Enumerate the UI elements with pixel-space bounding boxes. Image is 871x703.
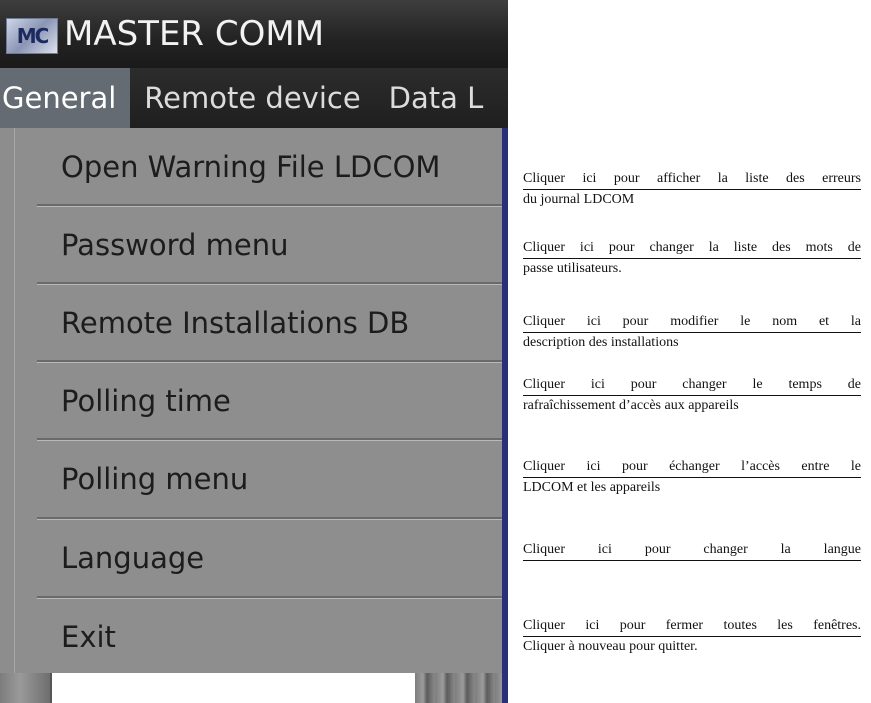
app-logo-icon: MC <box>6 18 58 54</box>
menu-bar: General Remote device Data L <box>0 68 508 128</box>
menu-data-logger[interactable]: Data L <box>375 68 498 128</box>
annotation-line: Cliquer à nouveau pour quitter. <box>523 639 698 654</box>
annotation-line <box>523 561 861 562</box>
menu-general-label: General <box>2 81 117 115</box>
menu-item-label: Polling time <box>61 384 231 418</box>
annotation-password-menu: Cliquer ici pour changer la liste des mo… <box>523 239 861 278</box>
title-bar: MC MASTER COMM <box>0 0 508 68</box>
annotation-line: Cliquer ici pour changer la langue <box>523 541 861 561</box>
annotation-line: Cliquer ici pour afficher la liste des e… <box>523 170 861 190</box>
annotation-line: Cliquer ici pour modifier le nom et la <box>523 313 861 333</box>
menu-general[interactable]: General <box>0 68 131 128</box>
annotation-line: LDCOM et les appareils <box>523 480 661 495</box>
general-dropdown-menu: Open Warning File LDCOM Password menu Re… <box>14 128 507 673</box>
annotation-polling-menu: Cliquer ici pour échanger l’accès entre … <box>523 458 861 497</box>
scrollbar-left-handle[interactable] <box>0 673 52 703</box>
annotation-line: Cliquer ici pour échanger l’accès entre … <box>523 458 861 478</box>
annotation-polling-time: Cliquer ici pour changer le temps de raf… <box>523 376 861 415</box>
menu-item-label: Exit <box>61 620 116 654</box>
annotation-language: Cliquer ici pour changer la langue <box>523 541 861 562</box>
menu-data-label: Data L <box>388 81 484 115</box>
menu-item-polling-time[interactable]: Polling time <box>15 362 505 440</box>
menu-item-label: Open Warning File LDCOM <box>61 150 441 184</box>
menu-item-label: Remote Installations DB <box>61 306 410 340</box>
menu-item-label: Language <box>61 541 205 575</box>
menu-item-open-warning-file[interactable]: Open Warning File LDCOM <box>15 128 505 206</box>
menu-remote-device-label: Remote device <box>144 81 361 115</box>
menu-item-label: Polling menu <box>61 462 249 496</box>
menu-remote-device[interactable]: Remote device <box>130 68 374 128</box>
menu-item-language[interactable]: Language <box>15 519 505 597</box>
menu-item-password-menu[interactable]: Password menu <box>15 206 505 284</box>
application-window: MC MASTER COMM General Remote device Dat… <box>0 0 508 703</box>
annotation-line: Cliquer ici pour changer le temps de <box>523 376 861 396</box>
annotation-line: rafraîchissement d’accès aux appareils <box>523 398 739 413</box>
annotation-open-warning-file: Cliquer ici pour afficher la liste des e… <box>523 170 861 209</box>
menu-item-exit[interactable]: Exit <box>15 598 505 676</box>
window-title: MASTER COMM <box>64 14 325 54</box>
annotation-remote-installations: Cliquer ici pour modifier le nom et la d… <box>523 313 861 352</box>
annotation-line: passe utilisateurs. <box>523 261 622 276</box>
annotation-line: Cliquer ici pour fermer toutes les fenêt… <box>523 617 861 637</box>
menu-item-polling-menu[interactable]: Polling menu <box>15 440 505 518</box>
scrollbar-right-handle[interactable] <box>415 673 508 703</box>
menu-item-label: Password menu <box>61 228 289 262</box>
window-edge <box>502 128 508 703</box>
annotation-line: description des installations <box>523 335 679 350</box>
menu-item-remote-installations-db[interactable]: Remote Installations DB <box>15 284 505 362</box>
annotation-line: du journal LDCOM <box>523 192 635 207</box>
annotation-line: Cliquer ici pour changer la liste des mo… <box>523 239 861 259</box>
annotation-exit: Cliquer ici pour fermer toutes les fenêt… <box>523 617 861 656</box>
